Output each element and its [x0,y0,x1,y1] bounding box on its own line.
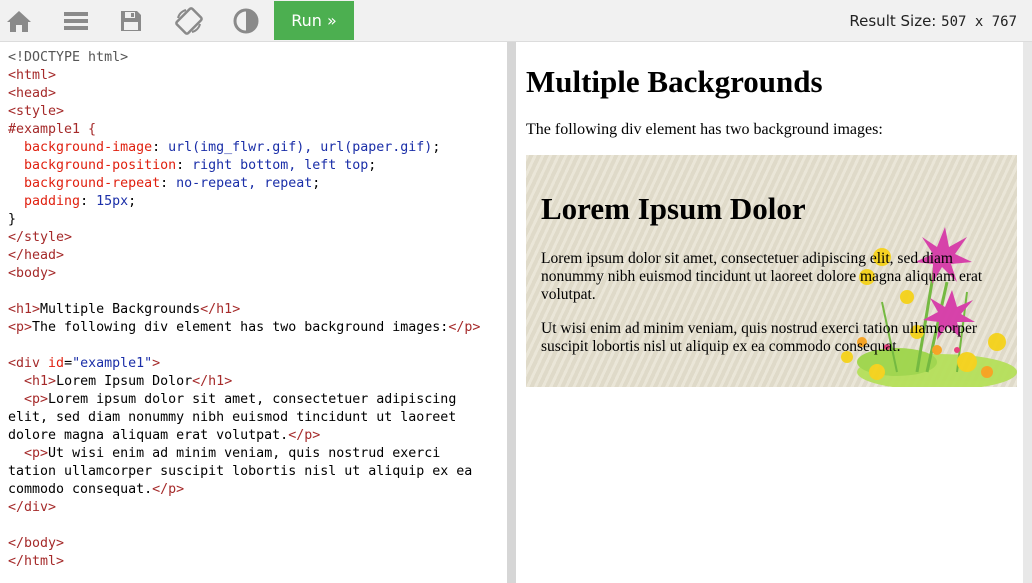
code-line[interactable]: <p>The following div element has two bac… [8,320,480,335]
code-line[interactable]: tation ullamcorper suscipit lobortis nis… [8,464,472,479]
save-icon[interactable] [116,6,146,36]
example1-box: Lorem Ipsum Dolor Lorem ipsum dolor sit … [526,155,1017,387]
result-frame: Multiple Backgrounds The following div e… [516,42,1023,583]
pane-divider[interactable] [507,42,516,583]
code-line[interactable]: <style> [8,104,64,119]
code-line[interactable]: </body> [8,536,64,551]
rotate-icon[interactable] [174,6,204,36]
code-line[interactable]: <h1>Multiple Backgrounds</h1> [8,302,240,317]
code-line[interactable]: </style> [8,230,72,245]
code-editor[interactable]: <!DOCTYPE html> <html> <head> <style> #e… [0,42,507,583]
code-line[interactable]: commodo consequat.</p> [8,482,184,497]
box-paragraph-1: Lorem ipsum dolor sit amet, consectetuer… [541,250,983,303]
contrast-icon[interactable] [231,6,261,36]
code-line[interactable]: <div id="example1"> [8,356,160,371]
result-heading: Multiple Backgrounds [526,64,823,99]
code-line[interactable]: dolore magna aliquam erat volutpat.</p> [8,428,320,443]
flower-image [841,227,1017,387]
code-line[interactable]: background-image: url(img_flwr.gif), url… [8,140,440,155]
code-line[interactable]: </html> [8,554,64,569]
code-line[interactable]: background-position: right bottom, left … [8,158,376,173]
result-intro: The following div element has two backgr… [526,121,883,138]
run-button[interactable]: Run » [274,1,354,40]
code-line[interactable]: <p>Lorem ipsum dolor sit amet, consectet… [8,392,456,407]
code-line[interactable]: background-repeat: no-repeat, repeat; [8,176,320,191]
result-size-value: 507 x 767 [941,14,1017,30]
home-icon[interactable] [4,6,34,36]
toolbar: Run » Result Size: 507 x 767 [0,0,1032,42]
code-line[interactable]: <h1>Lorem Ipsum Dolor</h1> [8,374,232,389]
code-line[interactable]: </div> [8,500,56,515]
code-text[interactable]: <!DOCTYPE html> <html> <head> <style> #e… [0,42,507,571]
box-paragraph-2: Ut wisi enim ad minim veniam, quis nostr… [541,320,978,355]
result-size-label: Result Size: [849,12,937,30]
code-line[interactable]: <!DOCTYPE html> [8,50,128,65]
code-line[interactable]: #example1 { [8,122,96,137]
box-heading: Lorem Ipsum Dolor [541,191,806,226]
code-line[interactable]: <html> [8,68,56,83]
code-line[interactable]: </head> [8,248,64,263]
code-line[interactable]: elit, sed diam nonummy nibh euismod tinc… [8,410,456,425]
menu-icon[interactable] [61,6,91,36]
result-size: Result Size: 507 x 767 [849,12,1017,30]
code-line[interactable]: padding: 15px; [8,194,136,209]
code-line[interactable]: } [8,212,16,227]
code-line[interactable]: <body> [8,266,56,281]
code-line[interactable]: <p>Ut wisi enim ad minim veniam, quis no… [8,446,440,461]
code-line[interactable]: <head> [8,86,56,101]
